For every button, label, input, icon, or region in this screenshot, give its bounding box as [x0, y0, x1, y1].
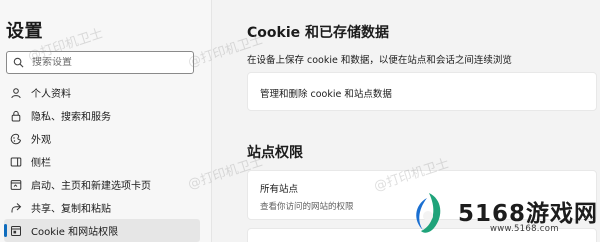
sidebar-icon [10, 156, 22, 168]
manage-cookies-row[interactable]: 管理和删除 cookie 和站点数据 [247, 72, 597, 111]
sidebar-item-cookies[interactable]: Cookie 和网站权限 [4, 219, 200, 242]
permissions-section-title: 站点权限 [247, 145, 303, 161]
sidebar-item-label: 外观 [31, 135, 51, 146]
cookie-site-icon [10, 225, 22, 237]
sidebar-item-label: 启动、主页和新建选项卡页 [31, 181, 151, 192]
brand-logo-icon [416, 193, 441, 233]
sidebar-title: 设置 [6, 21, 43, 42]
search-icon [13, 57, 24, 68]
cookies-section-title: Cookie 和已存储数据 [247, 25, 389, 41]
settings-sidebar: 设置 个人资料 隐私、搜索和服务 外观 侧栏 启动、主页和新建选项卡 [0, 0, 212, 242]
sidebar-item-label: 侧栏 [31, 158, 51, 169]
profile-icon [10, 87, 22, 99]
sidebar-item-startup[interactable]: 启动、主页和新建选项卡页 [4, 173, 200, 196]
all-sites-label: 所有站点 [260, 184, 299, 195]
brand-url: www.5168.com [490, 224, 559, 234]
search-input[interactable] [32, 57, 182, 68]
sidebar-item-label: 隐私、搜索和服务 [31, 112, 111, 123]
sidebar-item-appearance[interactable]: 外观 [4, 127, 200, 150]
sidebar-item-label: 个人资料 [31, 89, 71, 100]
manage-cookies-label: 管理和删除 cookie 和站点数据 [260, 89, 392, 100]
appearance-icon [10, 133, 22, 145]
sidebar-item-privacy[interactable]: 隐私、搜索和服务 [4, 104, 200, 127]
sidebar-item-share[interactable]: 共享、复制和粘贴 [4, 196, 200, 219]
power-icon [10, 179, 22, 191]
sidebar-item-sidebar[interactable]: 侧栏 [4, 150, 200, 173]
cookies-section-description: 在设备上保存 cookie 和数据，以便在站点和会话之间连续浏览 [247, 55, 512, 66]
brand-name: 5168游戏网 [458, 201, 599, 227]
lock-icon [10, 110, 22, 122]
sidebar-item-label: Cookie 和网站权限 [31, 227, 119, 238]
sidebar-item-profile[interactable]: 个人资料 [4, 81, 200, 104]
sidebar-item-label: 共享、复制和粘贴 [31, 204, 111, 215]
all-sites-description: 查看你访问的网站的权限 [260, 202, 354, 212]
share-icon [10, 202, 22, 214]
site-brand-watermark: 5168游戏网 www.5168.com [402, 186, 600, 242]
search-box[interactable] [6, 51, 194, 74]
